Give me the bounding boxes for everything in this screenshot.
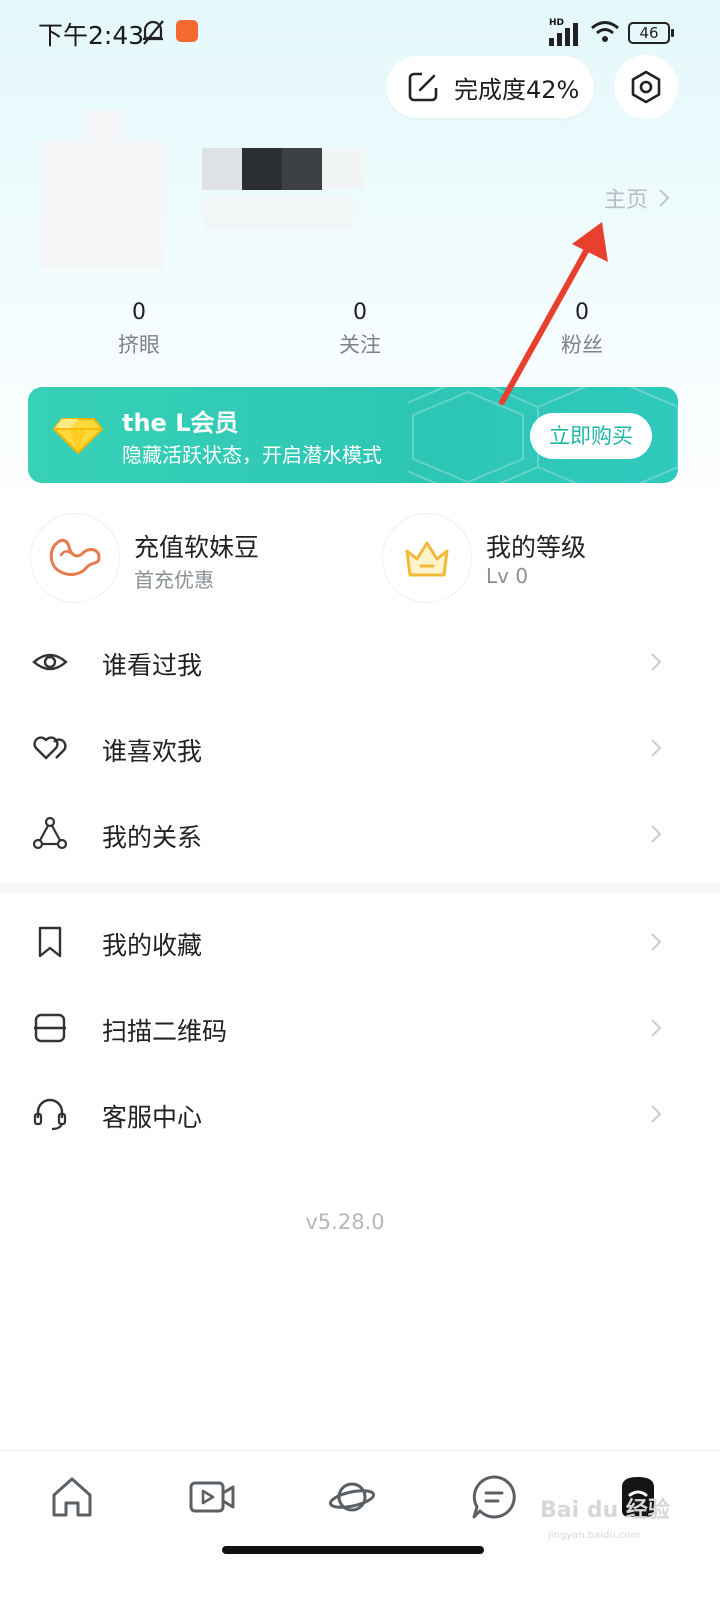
homepage-link[interactable]: 主页: [604, 182, 670, 214]
status-time: 下午2:43: [38, 21, 145, 50]
app-version: v5.28.0: [305, 1210, 385, 1234]
menu-label: 客服中心: [102, 1103, 203, 1132]
watermark-logo: Bai du 经验: [540, 1498, 670, 1523]
settings-button[interactable]: [614, 55, 678, 119]
user-id-blurred: [204, 196, 354, 230]
status-bar: 下午2:43 HD 46: [0, 0, 720, 64]
menu-scan-qr[interactable]: 扫描二维码: [0, 986, 720, 1072]
home-indicator[interactable]: [222, 1546, 484, 1554]
buy-now-button[interactable]: 立即购买: [530, 413, 652, 459]
settings-hexagon-icon: [631, 70, 661, 104]
stat-wink-value: 0: [132, 300, 146, 325]
username-blurred: [202, 148, 364, 190]
bell-off-icon: [143, 20, 164, 45]
home-icon[interactable]: [48, 1473, 96, 1521]
stat-wink[interactable]: 0 挤眼: [84, 300, 194, 359]
stat-following-label: 关注: [339, 333, 381, 357]
menu-who-viewed-me[interactable]: 谁看过我: [0, 620, 720, 706]
stat-following[interactable]: 0 关注: [305, 300, 415, 359]
headset-icon: [33, 1098, 67, 1131]
completion-label: 完成度42%: [454, 75, 580, 104]
bean-icon: [49, 538, 101, 576]
menu-who-likes-me[interactable]: 谁喜欢我: [0, 706, 720, 792]
section-divider: [0, 883, 720, 893]
menu-label: 我的关系: [102, 823, 203, 852]
stat-following-value: 0: [353, 300, 367, 325]
chevron-right-icon: [651, 825, 662, 843]
edit-icon: [408, 72, 438, 102]
vip-subtitle: 隐藏活跃状态，开启潜水模式: [122, 443, 382, 467]
planet-icon[interactable]: [328, 1473, 376, 1521]
menu-my-relations[interactable]: 我的关系: [0, 792, 720, 878]
scan-icon: [34, 1013, 66, 1043]
watermark-url: jingyan.baidu.com: [548, 1530, 641, 1541]
menu-customer-service[interactable]: 客服中心: [0, 1072, 720, 1158]
level-subtitle: Lv 0: [486, 564, 529, 588]
homepage-label: 主页: [604, 188, 649, 213]
diamond-icon: [52, 418, 104, 455]
bookmark-icon: [38, 926, 62, 958]
wifi-icon: [591, 21, 619, 42]
video-icon[interactable]: [188, 1473, 236, 1521]
chevron-right-icon: [651, 739, 662, 757]
avatar[interactable]: [40, 110, 164, 270]
menu-label: 谁看过我: [102, 651, 203, 680]
recharge-subtitle: 首充优惠: [134, 568, 214, 592]
signal-icon: [549, 23, 578, 46]
bottom-nav: [0, 1450, 720, 1600]
eye-icon: [32, 653, 68, 671]
chevron-right-icon: [651, 1105, 662, 1123]
vip-title: the L会员: [122, 409, 239, 437]
level-title[interactable]: 我的等级: [486, 528, 586, 564]
chevron-right-icon: [651, 1019, 662, 1037]
annotation-arrow: [499, 222, 608, 405]
app-notification-icon: [176, 20, 198, 42]
recharge-card[interactable]: [30, 513, 120, 603]
profile-completion-button[interactable]: 完成度42%: [386, 56, 594, 118]
menu-label: 扫描二维码: [102, 1017, 228, 1046]
stat-wink-label: 挤眼: [118, 333, 160, 357]
menu-label: 谁喜欢我: [102, 737, 203, 766]
relation-icon: [32, 816, 68, 850]
menu-my-favorites[interactable]: 我的收藏: [0, 900, 720, 986]
crown-icon: [405, 541, 449, 577]
chevron-right-icon: [651, 933, 662, 951]
battery-indicator: 46: [628, 22, 674, 44]
menu-label: 我的收藏: [102, 931, 203, 960]
recharge-title[interactable]: 充值软妹豆: [134, 528, 259, 564]
level-card[interactable]: [382, 513, 472, 603]
chevron-right-icon: [659, 189, 670, 207]
hearts-icon: [33, 736, 67, 760]
chevron-right-icon: [651, 653, 662, 671]
message-icon[interactable]: [470, 1473, 518, 1521]
